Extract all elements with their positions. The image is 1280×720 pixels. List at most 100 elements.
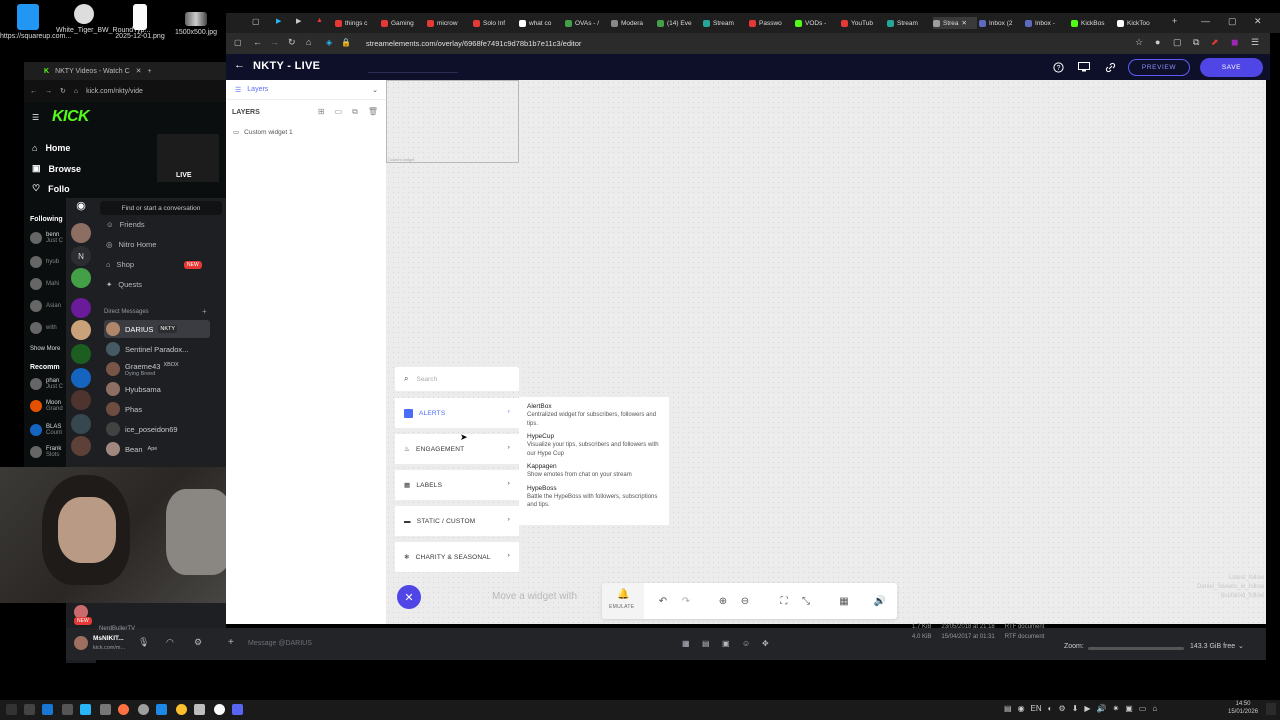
app-icon[interactable] <box>138 704 149 715</box>
tab-group-icon[interactable]: ▢ <box>252 17 260 26</box>
tray-app-icon[interactable]: ◉ <box>1018 704 1025 713</box>
following-item[interactable]: Mahi <box>30 278 59 290</box>
desktop-icon-white-tiger[interactable]: White_Tiger_BW_RoundTyp... <box>56 4 150 35</box>
undo-icon[interactable]: ↶ <box>656 594 670 608</box>
widget-search-input[interactable]: ⌕ Search <box>395 367 519 391</box>
hamburger-icon[interactable]: ☰ <box>32 113 39 122</box>
desktop-icon[interactable] <box>42 704 53 715</box>
link-icon[interactable] <box>1103 60 1117 74</box>
headphones-icon[interactable]: ◠ <box>166 637 174 648</box>
browser-tab[interactable]: Inbox - <box>1025 17 1069 29</box>
submenu-item-alertbox[interactable]: AlertBox Centralized widget for subscrib… <box>527 403 661 428</box>
save-button[interactable]: SAVE <box>1200 58 1263 77</box>
emoji-icon[interactable]: ☺ <box>742 639 750 648</box>
browser-tab[interactable]: Gaming <box>381 17 425 29</box>
discord-friends[interactable]: ☺ Friends <box>106 220 145 229</box>
tab-media-icon[interactable]: ▶ <box>276 17 281 25</box>
maximize-icon[interactable]: ▢ <box>1228 16 1237 27</box>
dm-item[interactable]: Sentinel Paradox... <box>104 340 210 358</box>
obs-icon[interactable] <box>214 704 225 715</box>
discord-nitro-home[interactable]: ◎ Nitro Home <box>106 240 156 249</box>
browser-tab[interactable]: OVAs - / <box>565 17 609 29</box>
reload-icon[interactable]: ↻ <box>288 37 296 48</box>
files-icon[interactable] <box>62 704 73 715</box>
kick-tab-title[interactable]: NKTY Videos - Watch C <box>55 68 130 75</box>
submenu-item-kappagen[interactable]: Kappagen Show emotes from chat on your s… <box>527 463 661 480</box>
add-folder-icon[interactable]: ⊞ <box>318 107 325 117</box>
following-item[interactable]: hyub <box>30 256 59 268</box>
browser-tab[interactable]: Strea ✕ <box>933 17 977 29</box>
task-icon[interactable] <box>24 704 35 715</box>
dm-item[interactable]: Graeme43 XBOX Dying Breed <box>104 360 210 378</box>
extension-icon[interactable]: ⬈ <box>1211 37 1219 48</box>
terminal-icon[interactable] <box>80 704 91 715</box>
browser-tab[interactable]: things c <box>335 17 379 29</box>
gif-icon[interactable]: ▤ <box>702 639 710 648</box>
dm-item[interactable]: Phas <box>104 400 210 418</box>
sticker-icon[interactable]: ▣ <box>722 639 730 648</box>
browser-tab[interactable]: YouTub <box>841 17 885 29</box>
zoom-in-icon[interactable]: ⊕ <box>716 594 730 608</box>
following-item[interactable]: with <box>30 322 57 334</box>
server-icon[interactable]: N <box>71 246 91 266</box>
tab-pinned-icon[interactable]: ▲ <box>316 17 323 24</box>
close-window-icon[interactable]: ✕ <box>1254 16 1262 27</box>
kick-nav-following[interactable]: ♡ Follo <box>32 183 70 194</box>
play-icon[interactable]: ▶ <box>1084 704 1090 713</box>
forward-icon[interactable]: → <box>270 37 279 47</box>
add-dm-icon[interactable]: + <box>202 307 207 316</box>
following-item[interactable]: Asian <box>30 300 61 312</box>
screen-settings-icon[interactable] <box>1077 60 1091 74</box>
clock[interactable]: 14:50 15/01/2026 <box>1228 701 1258 716</box>
user-avatar[interactable] <box>74 636 88 650</box>
dm-item[interactable]: ice_poseidon69 <box>104 420 210 438</box>
browser-tab[interactable]: Passwo <box>749 17 793 29</box>
extension-icon[interactable]: ▢ <box>1173 37 1182 48</box>
browser-tab[interactable]: Solo Inf <box>473 17 517 29</box>
kick-nav-browse[interactable]: ▣ Browse <box>32 163 81 174</box>
settings-gear-icon[interactable]: ⚙ <box>194 637 202 648</box>
tray-app-icon[interactable]: ⌂ <box>1152 704 1157 713</box>
redo-icon[interactable]: ↷ <box>679 594 693 608</box>
file-row[interactable]: 1.7 KiB 23/05/2018 at 21:18 RTF document <box>912 624 1044 630</box>
tab-media-icon[interactable]: ▶ <box>296 17 301 25</box>
url-text[interactable]: streamelements.com/overlay/6968fe7491c9d… <box>366 39 581 48</box>
fit-screen-icon[interactable]: ⛶ <box>777 594 791 608</box>
home-icon[interactable]: ⌂ <box>306 37 311 47</box>
help-icon[interactable]: ? <box>1051 60 1065 74</box>
mic-icon[interactable]: 🎙 <box>138 637 149 648</box>
brightness-icon[interactable]: ✷ <box>1113 704 1120 713</box>
layer-item[interactable]: ▭ Custom widget 1 <box>226 124 386 140</box>
clipboard-icon[interactable]: ▤ <box>1004 704 1012 713</box>
sidebar-toggle-icon[interactable]: ▢ <box>234 38 242 47</box>
shrink-icon[interactable]: ⤡ <box>799 594 813 608</box>
profile-icon[interactable]: ◼ <box>1231 37 1238 48</box>
new-tab-icon[interactable]: + <box>148 68 152 75</box>
chevron-down-icon[interactable]: ⌄ <box>1238 642 1244 650</box>
dm-item-darius[interactable]: DARIUS NKTY <box>104 320 210 338</box>
recommended-item[interactable]: Moon Grand <box>30 400 63 412</box>
following-item[interactable]: benn Just C <box>30 232 63 244</box>
browser-tab[interactable]: VODs - <box>795 17 839 29</box>
server-icon[interactable] <box>71 414 91 434</box>
browser-tab[interactable]: KickToo <box>1117 17 1161 29</box>
kick-nav-home[interactable]: ⌂ Home <box>32 143 70 153</box>
dm-item[interactable]: Bean Ape <box>104 440 210 458</box>
chevron-down-icon[interactable]: ⌄ <box>372 86 378 94</box>
recommended-item[interactable]: phan Just C <box>30 378 63 390</box>
discord-quests[interactable]: ✦ Quests <box>106 280 142 289</box>
server-icon[interactable] <box>71 320 91 340</box>
show-more-link[interactable]: Show More <box>30 346 60 352</box>
browser-tab[interactable]: KickBos <box>1071 17 1115 29</box>
new-tab-icon[interactable]: + <box>1172 16 1177 26</box>
forward-icon[interactable]: → <box>45 88 52 95</box>
desktop-icon-squareup[interactable]: https://squareup.com... <box>0 4 71 41</box>
tray-app-icon[interactable]: ▣ <box>1125 704 1133 713</box>
browser-tab[interactable]: what co <box>519 17 563 29</box>
minimize-icon[interactable]: — <box>1201 16 1210 26</box>
server-icon[interactable] <box>71 298 91 318</box>
gift-icon[interactable]: ▦ <box>682 639 690 648</box>
menu-icon[interactable]: ☰ <box>1251 37 1259 48</box>
desktop-icon-png[interactable]: 2025-12-01.png <box>112 4 168 41</box>
dm-item[interactable]: Hyubsama <box>104 380 210 398</box>
